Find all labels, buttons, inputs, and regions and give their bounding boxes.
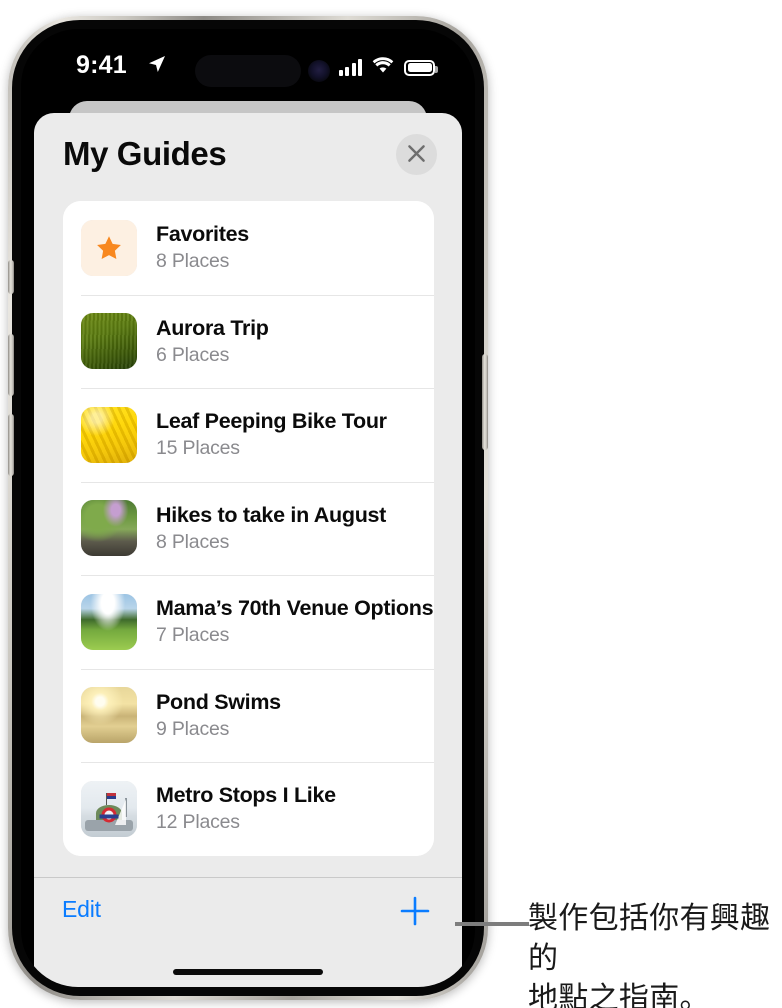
guide-title: Metro Stops I Like: [156, 783, 336, 808]
add-guide-button[interactable]: [393, 890, 437, 934]
front-camera-lens-icon: [308, 60, 330, 82]
edit-button[interactable]: Edit: [62, 896, 101, 923]
sheet-header: My Guides: [34, 113, 462, 193]
guide-thumbnail: [81, 219, 137, 276]
guide-text: Favorites 8 Places: [156, 222, 249, 273]
guide-text: Metro Stops I Like 12 Places: [156, 783, 336, 834]
silent-switch-button[interactable]: [8, 260, 14, 294]
photo-thumbnail: [81, 593, 137, 650]
cellular-signal-icon: [338, 59, 362, 76]
guide-place-count: 7 Places: [156, 624, 230, 647]
guide-text: Mama’s 70th Venue Options 7 Places: [156, 596, 434, 647]
location-arrow-icon: [147, 54, 167, 79]
guide-title: Favorites: [156, 222, 249, 247]
photo-thumbnail: [81, 406, 137, 463]
photo-thumbnail: [81, 500, 137, 557]
guide-thumbnail: [81, 687, 137, 744]
volume-up-button[interactable]: [8, 334, 14, 396]
list-item-leaf-peeping-bike-tour[interactable]: Leaf Peeping Bike Tour 15 Places: [63, 388, 434, 482]
volume-down-button[interactable]: [8, 414, 14, 476]
power-button[interactable]: [482, 354, 488, 450]
list-item-pond-swims[interactable]: Pond Swims 9 Places: [63, 668, 434, 762]
guide-place-count: 15 Places: [156, 437, 240, 460]
guide-place-count: 8 Places: [156, 530, 230, 553]
list-item-hikes-to-take-in-august[interactable]: Hikes to take in August 8 Places: [63, 481, 434, 575]
status-bar-indicators: [338, 56, 438, 79]
guide-text: Pond Swims 9 Places: [156, 690, 281, 741]
guide-title: Mama’s 70th Venue Options: [156, 596, 434, 621]
guide-place-count: 6 Places: [156, 343, 230, 366]
list-item-metro-stops-i-like[interactable]: Metro Stops I Like 12 Places: [63, 762, 434, 856]
guides-list: Favorites 8 Places Aurora Trip 6 Places: [63, 201, 434, 856]
callout-leader-line: [455, 922, 529, 926]
callout-annotation: 製作包括你有興趣的 地點之指南。: [528, 899, 778, 1008]
iphone-device-frame: 9:41 My Guides Favorites 8 Places Aurora…: [8, 16, 488, 1000]
guide-title: Aurora Trip: [156, 315, 269, 340]
list-item-aurora-trip[interactable]: Aurora Trip 6 Places: [63, 294, 434, 388]
plus-icon: [399, 895, 431, 930]
wifi-icon: [371, 56, 395, 79]
page-title: My Guides: [63, 135, 227, 172]
guide-text: Hikes to take in August 8 Places: [156, 503, 386, 554]
home-indicator[interactable]: [173, 969, 323, 975]
callout-line-1: 製作包括你有興趣的: [528, 902, 771, 975]
guide-thumbnail: [81, 313, 137, 370]
close-x-icon: [407, 144, 426, 166]
list-item-favorites[interactable]: Favorites 8 Places: [63, 201, 434, 295]
bottom-toolbar: Edit: [34, 877, 462, 987]
my-guides-sheet: My Guides Favorites 8 Places Aurora Trip…: [34, 113, 462, 987]
list-item-mamas-70th-venue-options[interactable]: Mama’s 70th Venue Options 7 Places: [63, 575, 434, 669]
device-screen: 9:41 My Guides Favorites 8 Places Aurora…: [21, 29, 475, 987]
guide-thumbnail: [81, 406, 137, 463]
guide-thumbnail: [81, 780, 137, 837]
photo-thumbnail: [81, 687, 137, 744]
dynamic-island: [195, 55, 301, 87]
battery-full-icon: [404, 59, 438, 76]
guide-title: Hikes to take in August: [156, 502, 387, 527]
guide-text: Leaf Peeping Bike Tour 15 Places: [156, 409, 387, 460]
callout-line-2: 地點之指南。: [528, 981, 710, 1008]
screenshot-root: 9:41 My Guides Favorites 8 Places Aurora…: [0, 0, 782, 1008]
guide-thumbnail: [81, 500, 137, 557]
guide-place-count: 8 Places: [156, 250, 230, 273]
close-button[interactable]: [396, 134, 437, 175]
guide-place-count: 9 Places: [156, 717, 230, 740]
guide-title: Leaf Peeping Bike Tour: [156, 409, 387, 434]
guide-title: Pond Swims: [156, 689, 281, 714]
status-bar-time: 9:41: [76, 51, 127, 79]
guide-text: Aurora Trip 6 Places: [156, 316, 269, 367]
guide-thumbnail: [81, 593, 137, 650]
guide-place-count: 12 Places: [156, 811, 240, 834]
photo-thumbnail: [81, 780, 137, 837]
star-icon: [81, 219, 137, 276]
photo-thumbnail: [81, 313, 137, 370]
status-bar: 9:41: [21, 29, 475, 105]
